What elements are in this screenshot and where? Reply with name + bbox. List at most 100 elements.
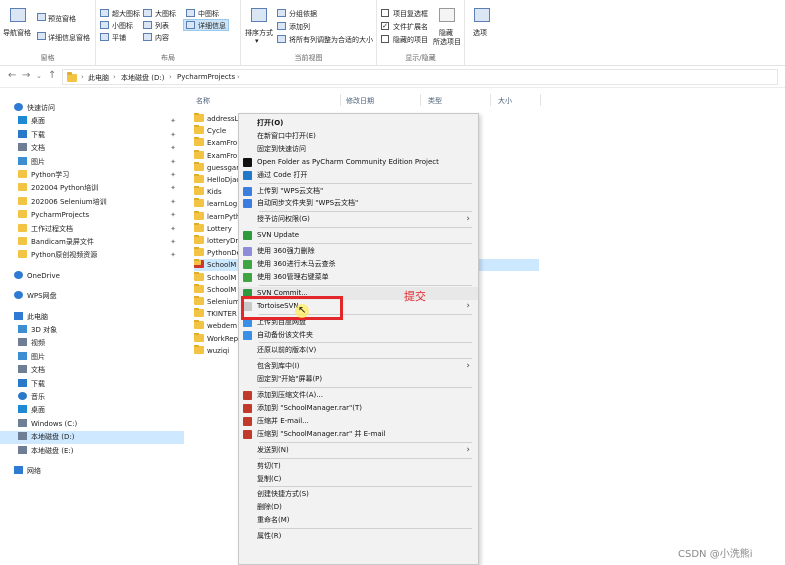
nav-pane-button[interactable]: 导航窗格: [3, 28, 31, 38]
table-row[interactable]: WorkRep: [194, 332, 238, 345]
file-ext-toggle[interactable]: ✓: [381, 22, 389, 30]
menu-item[interactable]: 使用 360管理右键菜单: [239, 271, 478, 284]
nav-item[interactable]: WPS网盘: [0, 290, 184, 303]
add-column-button[interactable]: 添加列: [289, 22, 310, 32]
breadcrumb-drive-d[interactable]: 本地磁盘 (D:): [121, 73, 164, 83]
tiles-option[interactable]: 平铺: [112, 33, 126, 43]
breadcrumb-pycharmprojects[interactable]: PycharmProjects: [177, 73, 235, 81]
sort-by-button[interactable]: 排序方式: [245, 28, 273, 38]
table-row[interactable]: TKINTER: [194, 308, 238, 320]
table-row[interactable]: ExamFro: [194, 137, 238, 149]
menu-item[interactable]: 压缩并 E-mail...: [239, 415, 478, 428]
column-header-modified[interactable]: 修改日期: [346, 96, 374, 106]
nav-item[interactable]: 文档 ✦: [0, 142, 184, 155]
menu-item[interactable]: 添加到 "SchoolManager.rar"(T): [239, 402, 478, 415]
nav-item[interactable]: 202004 Python培训 ✦: [0, 182, 184, 195]
medium-icons-option[interactable]: 中图标: [198, 9, 219, 19]
table-row[interactable]: SchoolM: [194, 283, 238, 296]
menu-item[interactable]: Open Folder as PyCharm Community Edition…: [239, 156, 478, 169]
forward-arrow-icon[interactable]: →: [22, 70, 30, 81]
table-row[interactable]: guessgar: [194, 161, 238, 174]
nav-item[interactable]: 桌面 ✦: [0, 115, 184, 128]
nav-item[interactable]: 桌面: [0, 404, 184, 417]
menu-item[interactable]: 上传到 "WPS云文档": [239, 185, 478, 198]
table-row[interactable]: HelloDjac: [194, 174, 238, 186]
fit-columns-button[interactable]: 将所有列调整为合适的大小: [289, 35, 373, 45]
options-button[interactable]: 选项: [473, 28, 487, 38]
menu-item[interactable]: 授予访问权限(G) ›: [239, 213, 478, 226]
menu-item[interactable]: 压缩到 "SchoolManager.rar" 并 E-mail: [239, 428, 478, 441]
address-box[interactable]: › 此电脑 › 本地磁盘 (D:) › PycharmProjects ›: [62, 69, 778, 85]
table-row[interactable]: lotteryDr: [194, 235, 238, 247]
menu-item[interactable]: 属性(R): [239, 530, 478, 543]
menu-item[interactable]: 自动同步文件夹到 "WPS云文档": [239, 197, 478, 210]
list-option[interactable]: 列表: [155, 21, 169, 31]
menu-item[interactable]: 在新窗口中打开(E): [239, 130, 478, 143]
table-row[interactable]: Kids: [194, 186, 238, 198]
nav-item[interactable]: Python原创视频资源 ✦: [0, 249, 184, 262]
menu-item[interactable]: 使用 360进行木马云查杀: [239, 258, 478, 271]
table-row[interactable]: learnPyth: [194, 210, 238, 223]
table-row[interactable]: PythonDe: [194, 247, 238, 259]
table-row[interactable]: webdem: [194, 320, 238, 332]
group-by-button[interactable]: 分组依据: [289, 9, 317, 19]
table-row[interactable]: ExamFro: [194, 149, 238, 162]
item-checkbox-toggle[interactable]: [381, 9, 389, 17]
small-icons-option[interactable]: 小图标: [112, 21, 133, 31]
nav-item[interactable]: 文档: [0, 364, 184, 377]
up-arrow-icon[interactable]: ↑: [48, 70, 56, 81]
menu-item[interactable]: SVN Update: [239, 229, 478, 242]
menu-item[interactable]: 固定到快速访问: [239, 143, 478, 156]
menu-item[interactable]: 删除(D): [239, 501, 478, 514]
menu-item[interactable]: 固定到"开始"屏幕(P): [239, 373, 478, 386]
menu-item[interactable]: 创建快捷方式(S): [239, 488, 478, 501]
nav-item[interactable]: 下载 ✦: [0, 129, 184, 142]
nav-item[interactable]: 202006 Selenium培训 ✦: [0, 196, 184, 209]
nav-item[interactable]: OneDrive: [0, 270, 184, 283]
menu-item[interactable]: 剪切(T): [239, 460, 478, 473]
large-icons-option[interactable]: 大图标: [155, 9, 176, 19]
nav-item[interactable]: 音乐: [0, 391, 184, 404]
nav-item[interactable]: 快速访问: [0, 102, 184, 115]
sort-by-arrow-icon[interactable]: ▾: [255, 37, 259, 45]
nav-item[interactable]: Python学习 ✦: [0, 169, 184, 182]
nav-item[interactable]: 3D 对象: [0, 324, 184, 337]
content-option[interactable]: 内容: [155, 33, 169, 43]
nav-item[interactable]: 本地磁盘 (D:): [0, 431, 184, 445]
nav-item[interactable]: Windows (C:): [0, 418, 184, 431]
menu-item[interactable]: 包含到库中(I) ›: [239, 360, 478, 373]
table-row[interactable]: wuziqi: [194, 344, 238, 357]
menu-item[interactable]: 添加到压缩文件(A)...: [239, 389, 478, 402]
table-row[interactable]: SchoolM: [194, 271, 238, 284]
nav-item[interactable]: 视频: [0, 337, 184, 350]
preview-pane-button[interactable]: 预览窗格: [48, 14, 76, 24]
table-row[interactable]: addressL: [194, 113, 238, 125]
nav-item[interactable]: 此电脑: [0, 311, 184, 324]
table-row[interactable]: Lottery: [194, 222, 238, 235]
nav-item[interactable]: 图片 ✦: [0, 156, 184, 169]
details-option[interactable]: 详细信息: [198, 21, 226, 31]
nav-item[interactable]: 下载: [0, 378, 184, 391]
table-row[interactable]: learnLog: [194, 198, 238, 210]
nav-item[interactable]: 工作过程文档 ✦: [0, 223, 184, 236]
menu-item[interactable]: 还原以前的版本(V): [239, 344, 478, 357]
table-row[interactable]: Cycle: [194, 125, 238, 137]
column-header-type[interactable]: 类型: [428, 96, 442, 106]
breadcrumb-this-pc[interactable]: 此电脑: [88, 73, 109, 83]
back-arrow-icon[interactable]: ←: [8, 70, 16, 81]
nav-item[interactable]: 网络: [0, 465, 184, 478]
menu-item[interactable]: 自动备份该文件夹: [239, 329, 478, 342]
menu-item[interactable]: 通过 Code 打开: [239, 169, 478, 182]
column-header-name[interactable]: 名称: [196, 96, 210, 106]
nav-item[interactable]: PycharmProjects ✦: [0, 209, 184, 222]
menu-item[interactable]: 打开(O): [239, 117, 478, 130]
menu-item[interactable]: 发送到(N) ›: [239, 444, 478, 457]
nav-item[interactable]: Bandicam录屏文件 ✦: [0, 236, 184, 249]
table-row[interactable]: Selenium: [194, 296, 238, 308]
column-header-size[interactable]: 大小: [498, 96, 512, 106]
recent-chevron-icon[interactable]: ⌄: [36, 72, 42, 80]
nav-item[interactable]: 图片: [0, 351, 184, 364]
nav-item[interactable]: 本地磁盘 (E:): [0, 445, 184, 458]
extra-large-icons-option[interactable]: 超大图标: [112, 9, 140, 19]
hidden-items-toggle[interactable]: [381, 35, 389, 43]
